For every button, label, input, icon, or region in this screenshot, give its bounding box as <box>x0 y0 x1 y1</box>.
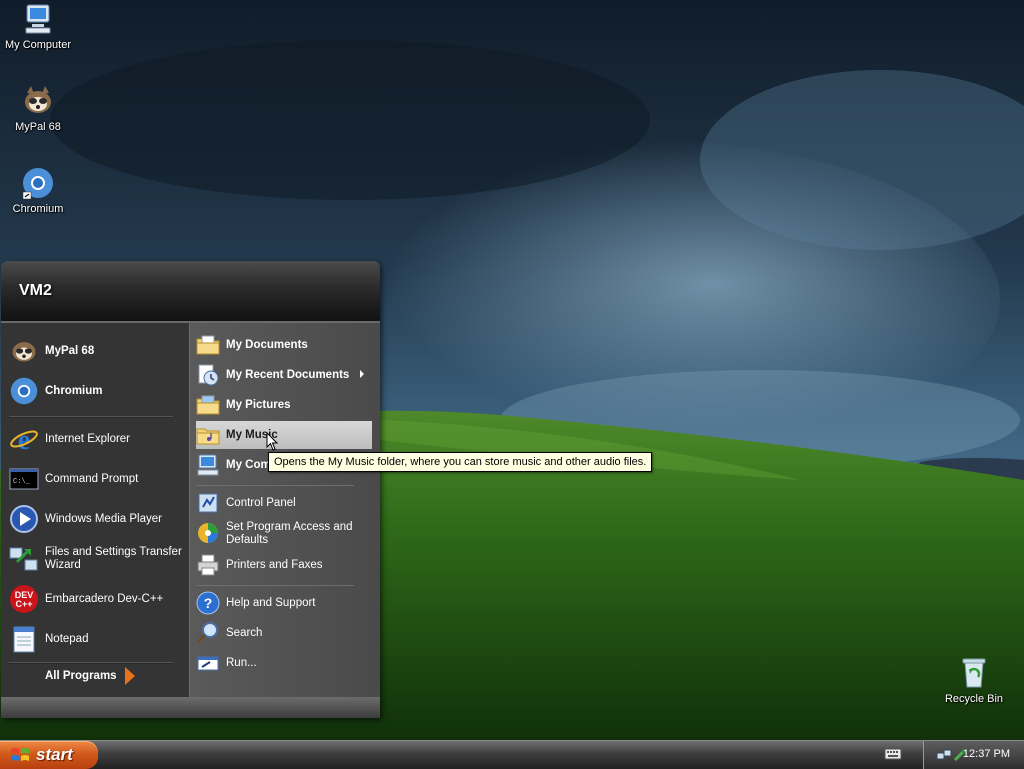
start-label: start <box>36 745 73 764</box>
my-computer-icon <box>21 2 55 36</box>
desktop-icon-recycle-bin[interactable]: Recycle Bin <box>936 656 1012 706</box>
tooltip: Opens the My Music folder, where you can… <box>268 452 653 472</box>
mypal-icon <box>21 84 55 118</box>
place-label: My Pictures <box>226 399 291 411</box>
submenu-arrow-icon <box>360 370 364 378</box>
desktop-icon-label: MyPal 68 <box>15 121 61 133</box>
program-access-icon <box>196 521 220 545</box>
run-icon <box>196 651 220 675</box>
all-programs-button[interactable]: All Programs <box>45 667 135 685</box>
system-label: Control Panel <box>226 497 296 509</box>
user-name: VM2 <box>19 282 52 299</box>
search[interactable]: Search <box>196 619 372 647</box>
pinned-item-mypal[interactable]: MyPal 68 <box>9 333 185 369</box>
start-menu-header: VM2 <box>1 261 380 323</box>
place-my-music[interactable]: My Music <box>196 421 372 449</box>
system-printers-faxes[interactable]: Printers and Faxes <box>196 551 372 579</box>
start-menu-footer <box>1 697 380 718</box>
start-menu-programs-pane: MyPal 68 Chromium e Internet Explorer C:… <box>1 323 189 697</box>
desktop-icon-mypal[interactable]: MyPal 68 <box>0 84 76 134</box>
recent-item-media-player[interactable]: Windows Media Player <box>9 501 185 537</box>
menu-separator <box>196 485 354 486</box>
all-programs-label: All Programs <box>45 670 117 682</box>
pinned-item-label: MyPal 68 <box>45 345 95 357</box>
svg-text:?: ? <box>204 595 213 611</box>
folder-documents-icon <box>196 333 220 357</box>
notepad-icon <box>9 624 39 654</box>
pinned-item-label: Chromium <box>45 385 103 397</box>
desktop-icon-my-computer[interactable]: My Computer <box>0 2 76 52</box>
system-label: Set Program Access and Defaults <box>226 521 353 546</box>
chromium-icon <box>9 376 39 406</box>
help-label: Help and Support <box>226 597 316 609</box>
recent-item-label: Embarcadero Dev-C++ <box>45 593 164 605</box>
system-label: Printers and Faxes <box>226 559 323 571</box>
search-icon <box>196 621 220 645</box>
keyboard-icon[interactable] <box>884 747 902 761</box>
command-prompt-icon: C:\_ <box>9 464 39 494</box>
folder-music-icon <box>196 423 220 447</box>
recent-item-label: Command Prompt <box>45 473 139 485</box>
help-label: Run... <box>226 657 257 669</box>
dev-cpp-icon: DEV C++ <box>9 584 39 614</box>
recent-item-label: Files and Settings Transfer Wizard <box>45 546 182 571</box>
recent-documents-icon <box>196 363 220 387</box>
menu-separator <box>9 662 173 664</box>
transfer-wizard-icon <box>9 544 39 574</box>
desktop-icon-chromium[interactable]: Chromium <box>0 166 76 216</box>
windows-flag-icon <box>10 746 30 764</box>
recent-item-dev-cpp[interactable]: DEV C++ Embarcadero Dev-C++ <box>9 581 185 617</box>
recycle-bin-icon <box>957 656 991 690</box>
taskbar: start 12:37 PM <box>0 740 1024 769</box>
network-icon[interactable] <box>936 747 952 763</box>
desktop-icon-label: My Computer <box>4 39 72 51</box>
start-menu-places-pane: My Documents My Recent Documents My Pict… <box>189 323 380 697</box>
desktop-icon-label: Chromium <box>12 203 64 215</box>
dev-icon-text-2: C++ <box>15 599 32 609</box>
place-my-recent-documents[interactable]: My Recent Documents <box>196 361 372 389</box>
mypal-icon <box>9 336 39 366</box>
run[interactable]: Run... <box>196 649 372 677</box>
place-label: My Documents <box>226 339 308 351</box>
menu-separator <box>196 585 354 586</box>
control-panel-icon <box>196 491 220 515</box>
pinned-item-chromium[interactable]: Chromium <box>9 373 185 409</box>
internet-explorer-icon: e <box>9 424 39 456</box>
place-my-documents[interactable]: My Documents <box>196 331 372 359</box>
system-program-access[interactable]: Set Program Access and Defaults <box>196 519 372 551</box>
system-tray: 12:37 PM <box>923 741 1024 769</box>
desktop-icon-label: Recycle Bin <box>944 693 1004 705</box>
recent-item-transfer-wizard[interactable]: Files and Settings Transfer Wizard <box>9 541 185 577</box>
recent-item-notepad[interactable]: Notepad <box>9 621 185 657</box>
folder-pictures-icon <box>196 393 220 417</box>
start-button[interactable]: start <box>0 741 98 769</box>
system-control-panel[interactable]: Control Panel <box>196 489 372 517</box>
help-and-support[interactable]: ? Help and Support <box>196 589 372 617</box>
help-label: Search <box>226 627 263 639</box>
recent-item-label: Notepad <box>45 633 89 645</box>
my-computer-icon <box>196 453 220 477</box>
help-icon: ? <box>196 591 220 615</box>
chromium-icon <box>21 166 55 200</box>
menu-separator <box>9 416 173 418</box>
taskbar-clock[interactable]: 12:37 PM <box>963 748 1010 760</box>
place-label: My Recent Documents <box>226 369 350 381</box>
mouse-cursor-icon <box>266 431 280 452</box>
recent-item-label: Internet Explorer <box>45 433 131 445</box>
svg-text:e: e <box>18 425 30 454</box>
cmd-icon-text: C:\_ <box>13 478 31 486</box>
recent-item-label: Windows Media Player <box>45 513 162 525</box>
recent-item-internet-explorer[interactable]: e Internet Explorer <box>9 421 185 457</box>
arrow-right-icon <box>124 667 135 685</box>
place-my-pictures[interactable]: My Pictures <box>196 391 372 419</box>
media-player-icon <box>9 504 39 534</box>
place-label: My Com <box>226 459 271 471</box>
printer-icon <box>196 553 220 577</box>
recent-item-command-prompt[interactable]: C:\_ Command Prompt <box>9 461 185 497</box>
start-menu: VM2 MyPal 68 Chromium e Internet Explore… <box>1 261 380 718</box>
